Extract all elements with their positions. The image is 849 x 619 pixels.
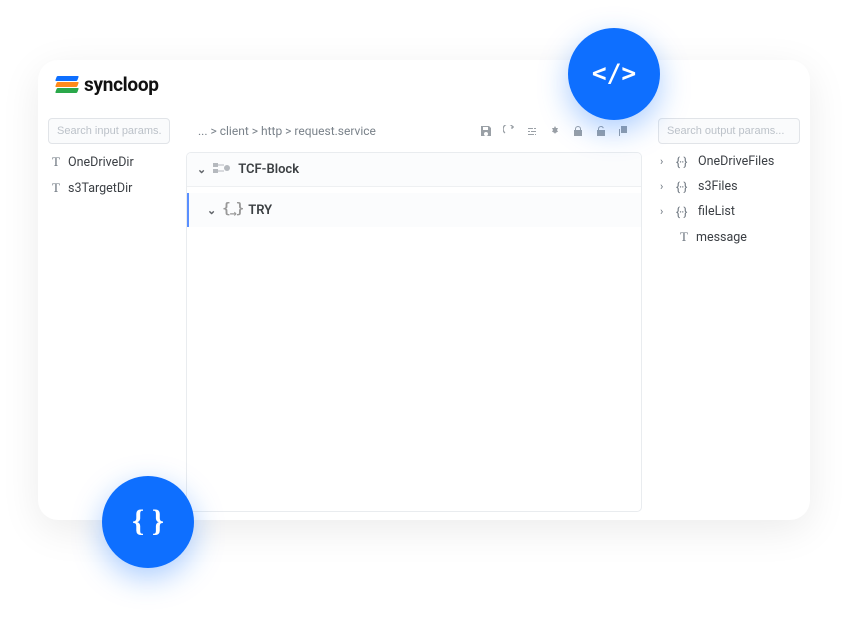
text-type-icon: T bbox=[50, 154, 62, 170]
header: syncloop bbox=[38, 60, 810, 110]
chevron-right-icon: › bbox=[660, 155, 670, 168]
param-label: s3TargetDir bbox=[68, 181, 132, 196]
toolbar: ... > client > http > request.service bbox=[186, 118, 642, 144]
param-label: message bbox=[696, 230, 747, 245]
object-type-icon: {··} bbox=[676, 155, 692, 169]
param-label: s3Files bbox=[698, 179, 738, 194]
search-input-params[interactable] bbox=[48, 118, 170, 144]
brand-name: syncloop bbox=[84, 73, 159, 96]
param-label: OneDriveFiles bbox=[698, 154, 774, 169]
tcf-block-row[interactable]: ⌄ TCF-Block bbox=[187, 153, 641, 187]
try-block-row[interactable]: ⌄ {→} TRY bbox=[187, 193, 641, 227]
try-icon: {→} bbox=[222, 201, 242, 220]
block-label: TCF-Block bbox=[238, 162, 299, 177]
param-label: OneDriveDir bbox=[68, 155, 134, 170]
copy-icon[interactable] bbox=[617, 125, 630, 138]
search-output-params[interactable] bbox=[658, 118, 800, 144]
lock-open-icon[interactable] bbox=[594, 125, 607, 138]
logo-icon bbox=[56, 74, 78, 96]
breadcrumb[interactable]: ... > client > http > request.service bbox=[198, 124, 376, 138]
settings-icon[interactable] bbox=[525, 125, 538, 138]
configure-icon[interactable] bbox=[548, 125, 561, 138]
svg-text:{ }: { } bbox=[132, 504, 164, 538]
text-type-icon: T bbox=[678, 229, 690, 245]
output-param-item[interactable]: › {··} OneDriveFiles bbox=[658, 154, 800, 169]
input-params-panel: T OneDriveDir T s3TargetDir bbox=[38, 110, 178, 520]
lock-icon[interactable] bbox=[571, 125, 584, 138]
chevron-down-icon: ⌄ bbox=[207, 204, 216, 217]
content-area: T OneDriveDir T s3TargetDir ... > client… bbox=[38, 110, 810, 520]
code-badge: </> bbox=[568, 28, 660, 120]
output-param-item[interactable]: › {··} fileList bbox=[658, 204, 800, 219]
output-param-item[interactable]: › {··} s3Files bbox=[658, 179, 800, 194]
block-label: TRY bbox=[248, 203, 272, 218]
braces-badge: { } bbox=[102, 476, 194, 568]
chevron-right-icon: › bbox=[660, 180, 670, 193]
chevron-down-icon: ⌄ bbox=[197, 163, 206, 176]
workflow-panel: ... > client > http > request.service bbox=[178, 110, 650, 520]
app-window: </> syncloop T OneDriveDir T s3TargetDir bbox=[38, 60, 810, 520]
block-icon bbox=[212, 161, 232, 179]
refresh-icon[interactable] bbox=[502, 125, 515, 138]
text-type-icon: T bbox=[50, 180, 62, 196]
input-param-item[interactable]: T OneDriveDir bbox=[48, 154, 170, 170]
param-label: fileList bbox=[698, 204, 735, 219]
svg-text:</>: </> bbox=[592, 59, 636, 88]
object-type-icon: {··} bbox=[676, 180, 692, 194]
save-icon[interactable] bbox=[479, 125, 492, 138]
output-params-panel: › {··} OneDriveFiles › {··} s3Files › {·… bbox=[650, 110, 810, 520]
editor-pane: ⌄ TCF-Block ⌄ {→} TRY bbox=[186, 152, 642, 512]
toolbar-actions bbox=[479, 125, 630, 138]
object-type-icon: {··} bbox=[676, 205, 692, 219]
output-param-item[interactable]: T message bbox=[658, 229, 800, 245]
brand-logo: syncloop bbox=[56, 73, 159, 96]
chevron-right-icon: › bbox=[660, 205, 670, 218]
input-param-item[interactable]: T s3TargetDir bbox=[48, 180, 170, 196]
